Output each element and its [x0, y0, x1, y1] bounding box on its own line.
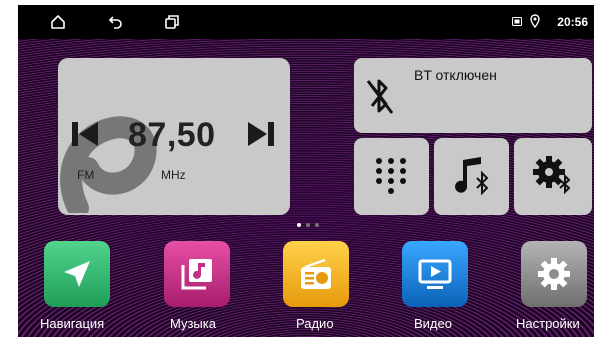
previous-station-icon[interactable]: [72, 120, 98, 148]
bluetooth-music-icon: [455, 157, 489, 196]
dialpad-icon: [376, 158, 406, 194]
bluetooth-off-icon: [366, 79, 394, 114]
app-music[interactable]: [164, 241, 230, 307]
recent-apps-icon[interactable]: [164, 14, 180, 30]
radio-widget[interactable]: 87,50 FM MHz: [58, 58, 290, 215]
page-dot: [315, 223, 319, 227]
bluetooth-settings-button[interactable]: [514, 138, 592, 215]
app-video[interactable]: [402, 241, 468, 307]
app-label-navigation: Навигация: [40, 316, 105, 331]
bluetooth-widget[interactable]: BT отключен: [354, 58, 592, 133]
radio-frequency: 87,50: [128, 116, 216, 154]
bluetooth-settings-icon: [533, 156, 571, 195]
location-icon: [530, 14, 540, 28]
home-icon[interactable]: [50, 14, 66, 30]
radio-unit: MHz: [161, 168, 186, 182]
next-station-icon[interactable]: [248, 120, 274, 148]
status-bar: 20:56: [18, 5, 594, 39]
clock: 20:56: [557, 15, 588, 29]
app-label-video: Видео: [414, 316, 452, 331]
dialpad-button[interactable]: [354, 138, 429, 215]
bluetooth-status-text: BT отключен: [414, 67, 497, 83]
back-icon[interactable]: [108, 14, 124, 30]
navigation-icon: [64, 261, 90, 287]
head-unit-screen: 20:56 87,50 FM MHz BT отключен Навигация…: [18, 5, 594, 337]
music-icon: [181, 259, 212, 290]
app-navigation[interactable]: [44, 241, 110, 307]
app-label-radio: Радио: [296, 316, 334, 331]
settings-icon: [538, 258, 570, 290]
app-radio[interactable]: [283, 241, 349, 307]
radio-icon: [301, 258, 331, 289]
bluetooth-music-button[interactable]: [434, 138, 509, 215]
video-icon: [418, 259, 452, 289]
page-dot: [306, 223, 310, 227]
page-dot-active: [297, 223, 301, 227]
radio-band: FM: [77, 168, 95, 182]
app-label-music: Музыка: [170, 316, 216, 331]
app-label-settings: Настройки: [516, 316, 580, 331]
app-settings[interactable]: [521, 241, 587, 307]
sim-icon: [512, 17, 522, 26]
